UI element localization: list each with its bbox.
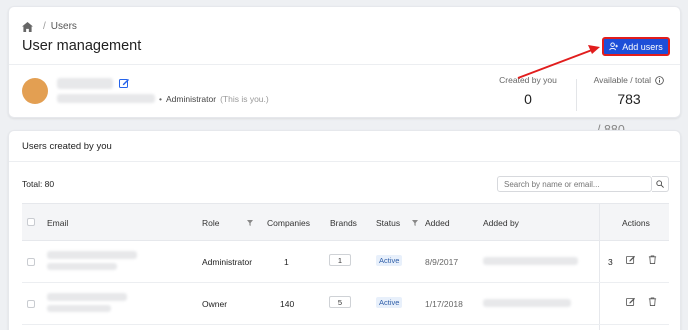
status-filter-icon[interactable] [412,220,418,226]
created-stat: Created by you 0 [492,75,564,107]
row-checkbox[interactable] [27,300,35,308]
row-added: 1/17/2018 [425,299,463,309]
available-label: Available / total [593,75,652,85]
column-status[interactable]: Status [376,218,400,228]
email-redacted [47,251,137,259]
profile-email-redacted [57,94,155,103]
edit-profile-icon[interactable] [119,78,129,88]
row-role: Owner [202,299,228,309]
email-subline-redacted [47,305,111,312]
page-title: User management [22,38,142,54]
search-input[interactable] [497,176,652,192]
section-title: Users created by you [22,141,112,152]
column-email[interactable]: Email [47,218,68,228]
table-row[interactable]: Owner 140 5 Active 1/17/2018 [22,283,669,325]
status-badge: Active [376,297,403,308]
users-list-card: Users created by you Total: 80 Email Rol… [8,130,681,330]
row-checkbox[interactable] [27,258,35,266]
row-role: Administrator [202,257,253,267]
header-divider [9,64,680,65]
profile-note: (This is you.) [220,94,269,104]
home-icon[interactable] [22,21,33,32]
added-by-redacted [483,299,571,307]
search-icon [656,180,664,188]
add-users-button[interactable]: Add users [602,37,670,56]
row-extra: 3 [608,257,613,267]
column-role[interactable]: Role [202,218,219,228]
edit-icon[interactable] [626,297,635,306]
stats-divider [576,79,577,111]
section-divider [9,161,680,162]
email-subline-redacted [47,263,117,270]
row-companies: 140 [280,299,295,309]
column-actions: Actions [622,218,650,228]
column-added-by[interactable]: Added by [483,218,519,228]
add-users-label: Add users [622,41,663,52]
available-value: 783 [617,91,641,108]
column-brands[interactable]: Brands [330,218,357,228]
status-badge: Active [376,255,403,266]
breadcrumb-separator: / [43,21,46,32]
available-label-wrap: Available / total [584,75,674,86]
profile-name-redacted [57,78,113,89]
role-bullet: • [159,94,162,104]
row-brands[interactable]: 1 [329,254,351,266]
select-all-checkbox[interactable] [27,218,35,226]
role-filter-icon[interactable] [247,220,253,226]
breadcrumb-current: Users [50,21,77,32]
delete-icon[interactable] [648,255,657,264]
total-count: Total: 80 [22,179,55,189]
edit-icon[interactable] [626,255,635,264]
column-added[interactable]: Added [425,218,450,228]
row-brands[interactable]: 5 [329,296,351,308]
column-companies[interactable]: Companies [267,218,310,228]
email-redacted [47,293,127,301]
table-header: Email Role Companies Brands Status Added… [22,203,669,241]
info-icon[interactable] [655,76,665,86]
user-plus-icon [609,42,619,51]
profile-role-line: • Administrator (This is you.) [159,94,269,104]
table-row[interactable]: Administrator 1 1 Active 8/9/2017 3 [22,241,669,283]
created-value: 0 [524,91,532,107]
created-label: Created by you [499,75,557,85]
available-stat: Available / total 783 / 880 [584,75,674,137]
available-values: 783 / 880 [584,91,674,137]
delete-icon[interactable] [648,297,657,306]
profile-role: Administrator [165,94,217,104]
row-companies: 1 [284,257,289,267]
breadcrumb: / Users [22,21,77,32]
search-button[interactable] [652,176,669,192]
user-management-card: / Users User management Add users • Admi… [8,6,681,137]
avatar [22,78,48,104]
row-added: 8/9/2017 [425,257,459,267]
added-by-redacted [483,257,578,265]
